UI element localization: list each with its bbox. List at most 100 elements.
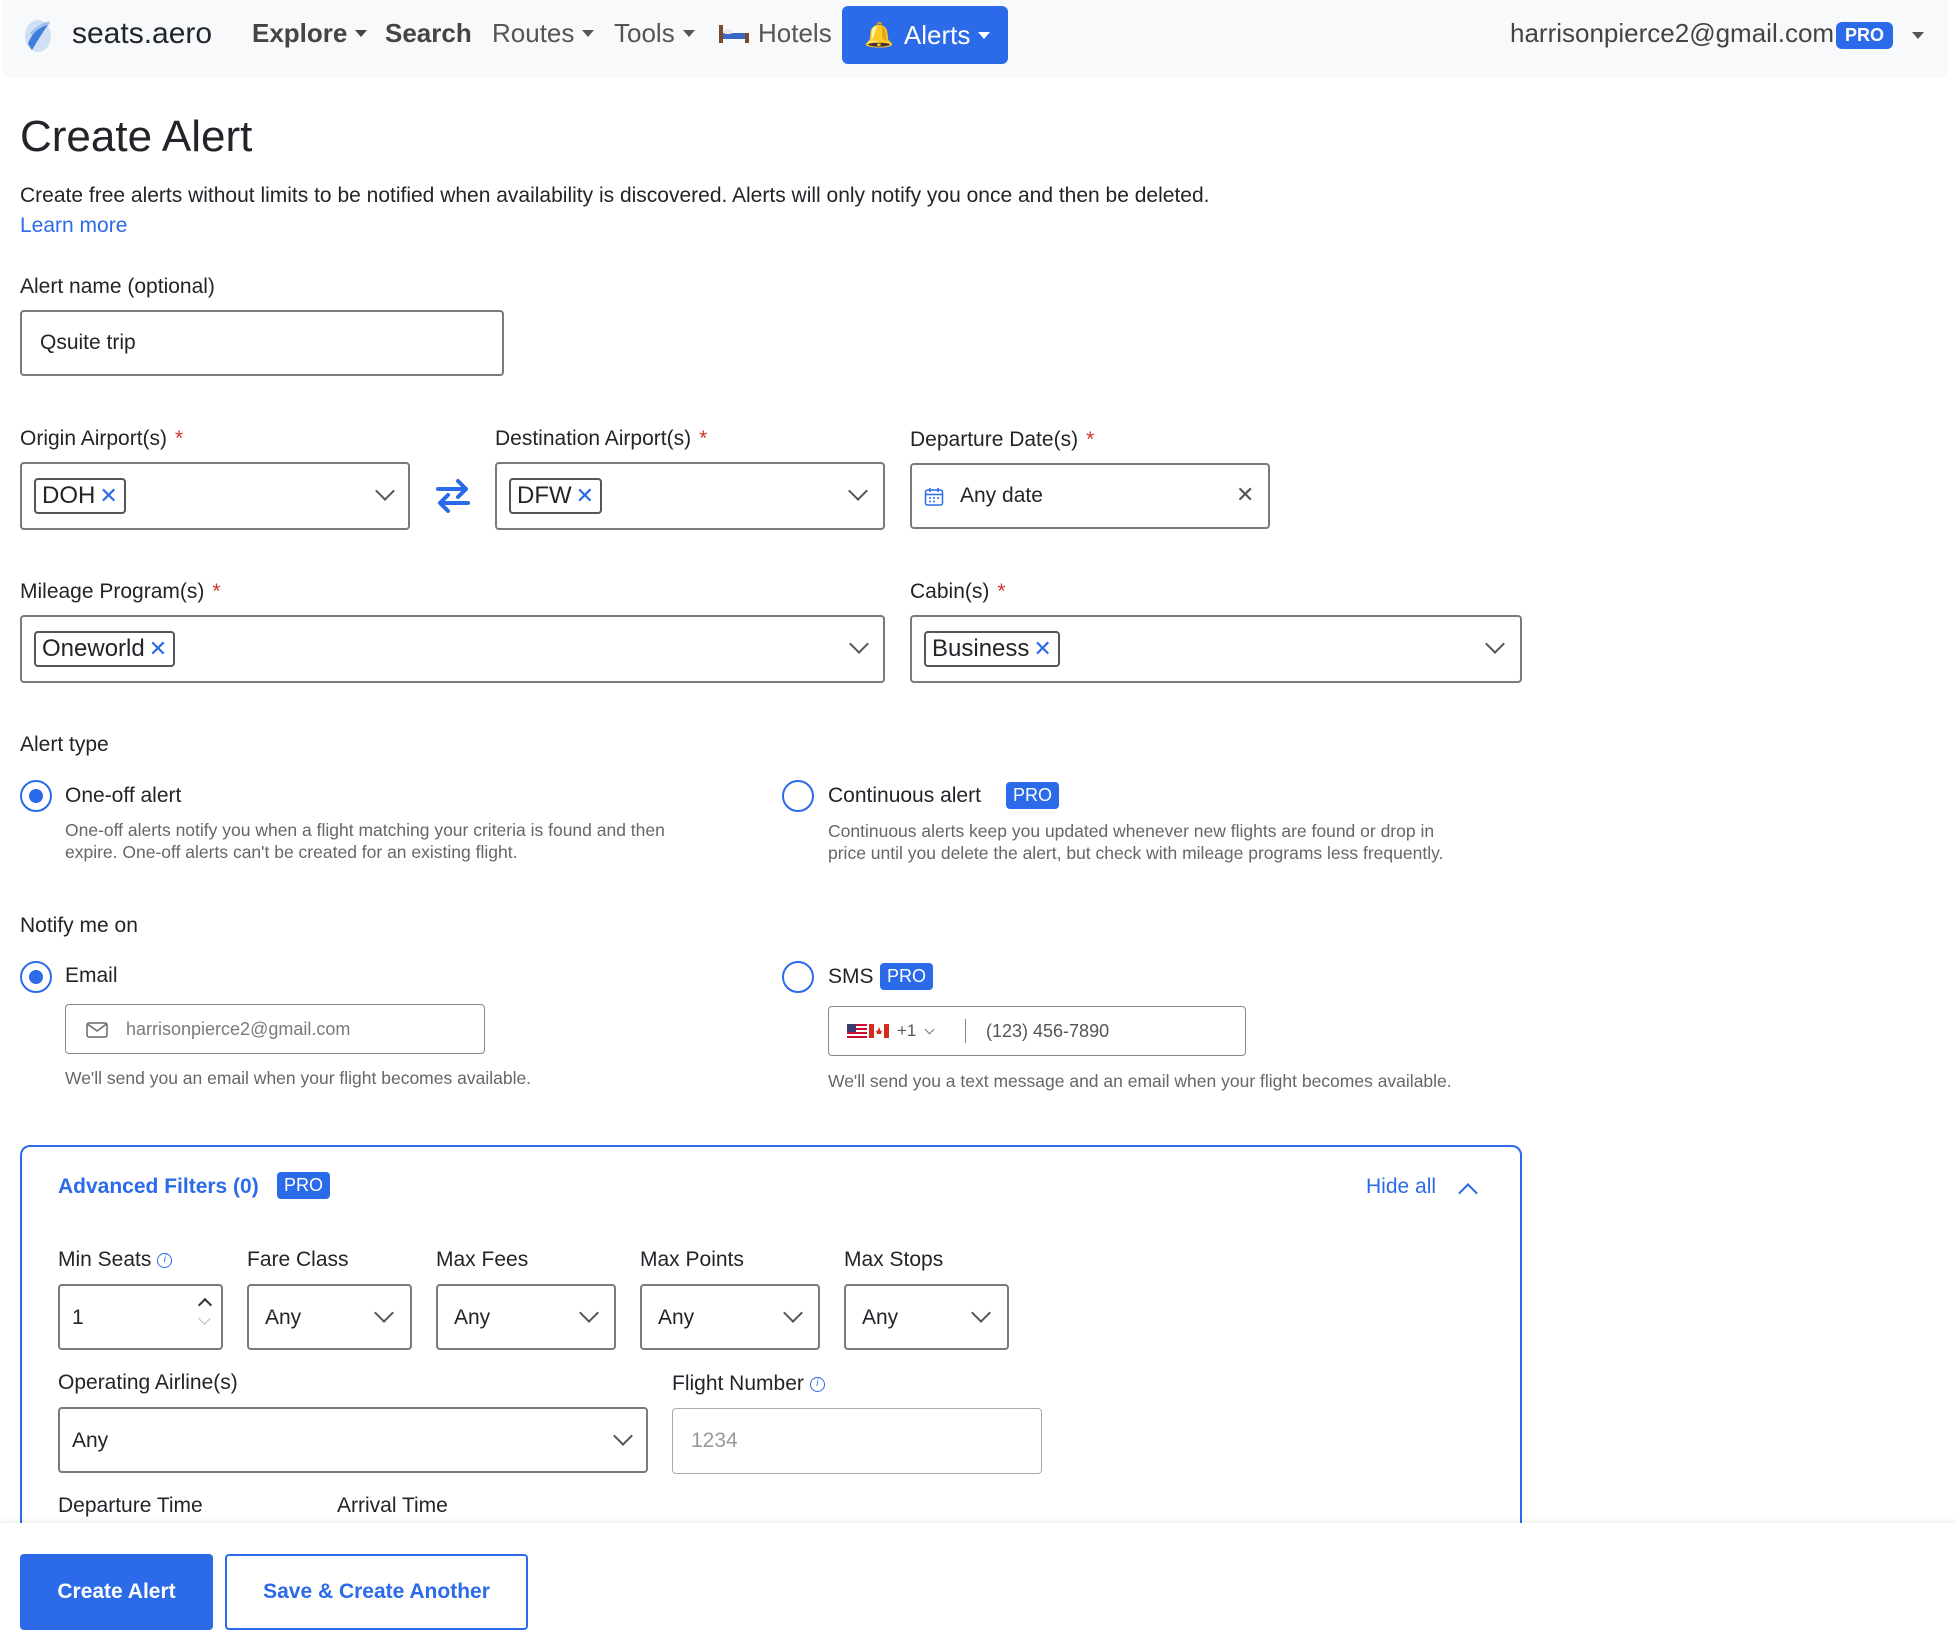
seats-aero-logo-icon xyxy=(25,20,51,52)
remove-chip-icon[interactable]: ✕ xyxy=(99,483,117,509)
origin-chip: DOH ✕ xyxy=(34,478,126,514)
nav-explore[interactable]: Explore xyxy=(252,18,368,49)
caret-down-icon xyxy=(682,30,695,37)
required-marker: * xyxy=(212,580,221,603)
sms-option-label[interactable]: SMS xyxy=(828,965,874,989)
destination-select[interactable]: DFW ✕ xyxy=(495,462,885,530)
departure-label: Departure Date(s) * xyxy=(910,428,1094,452)
learn-more-link[interactable]: Learn more xyxy=(20,214,127,238)
nav-tools[interactable]: Tools xyxy=(614,18,695,49)
nav-search-label: Search xyxy=(385,18,472,48)
radio-email[interactable] xyxy=(20,961,52,993)
info-icon[interactable]: i xyxy=(809,1376,825,1392)
alert-name-value: Qsuite trip xyxy=(40,331,136,354)
alert-name-input[interactable]: Qsuite trip xyxy=(20,310,504,376)
remove-chip-icon[interactable]: ✕ xyxy=(1033,636,1051,662)
continuous-label[interactable]: Continuous alert xyxy=(828,784,981,808)
operating-airline-label: Operating Airline(s) xyxy=(58,1371,238,1394)
cabin-label-text: Cabin(s) xyxy=(910,580,990,603)
swap-airports-icon[interactable] xyxy=(434,478,472,514)
mileage-program-select[interactable]: Oneworld ✕ xyxy=(20,615,885,683)
continuous-pro-badge: PRO xyxy=(1006,782,1060,809)
email-help-text: We'll send you an email when your flight… xyxy=(65,1068,532,1088)
caret-down-icon xyxy=(582,30,595,37)
min-seats-label-text: Min Seats xyxy=(58,1248,152,1271)
us-flag-icon xyxy=(847,1024,867,1038)
chevron-down-icon xyxy=(579,1303,599,1323)
info-icon[interactable]: i xyxy=(157,1252,173,1268)
save-create-another-button[interactable]: Save & Create Another xyxy=(225,1554,528,1630)
mileage-label-text: Mileage Program(s) xyxy=(20,580,205,603)
radio-continuous[interactable] xyxy=(782,780,814,812)
alert-name-label: Alert name (optional) xyxy=(20,275,215,298)
user-caret-down-icon[interactable] xyxy=(1912,32,1924,39)
phone-divider xyxy=(965,1019,966,1043)
canada-flag-icon xyxy=(869,1024,889,1038)
radio-one-off[interactable] xyxy=(20,780,52,812)
max-points-select[interactable]: Any xyxy=(640,1284,820,1350)
page-title: Create Alert xyxy=(20,112,253,161)
required-marker: * xyxy=(997,580,1006,603)
advanced-filters-title[interactable]: Advanced Filters (0) xyxy=(58,1175,259,1199)
email-field[interactable]: harrisonpierce2@gmail.com xyxy=(65,1004,485,1054)
cabin-select[interactable]: Business ✕ xyxy=(910,615,1522,683)
max-stops-value: Any xyxy=(862,1306,899,1329)
email-option-label[interactable]: Email xyxy=(65,964,118,988)
nav-routes[interactable]: Routes xyxy=(492,18,595,49)
nav-hotels[interactable]: Hotels xyxy=(718,18,832,49)
destination-chip-label: DFW xyxy=(517,482,572,509)
min-seats-value: 1 xyxy=(72,1306,84,1329)
max-points-label: Max Points xyxy=(640,1248,744,1271)
nav-explore-label: Explore xyxy=(252,18,348,48)
remove-chip-icon[interactable]: ✕ xyxy=(149,636,167,662)
departure-date-picker[interactable]: Any date ✕ xyxy=(910,463,1270,529)
nav-tools-label: Tools xyxy=(614,18,675,48)
country-code-select[interactable]: +1 xyxy=(847,1021,935,1041)
max-stops-select[interactable]: Any xyxy=(844,1284,1009,1350)
sms-pro-badge: PRO xyxy=(880,963,934,990)
sms-help-text: We'll send you a text message and an ema… xyxy=(828,1071,1452,1091)
country-code: +1 xyxy=(897,1021,917,1040)
stepper-down-icon[interactable] xyxy=(198,1312,211,1325)
top-navbar: seats.aero Explore Search Routes Tools H… xyxy=(2,0,1948,78)
flight-number-input[interactable]: 1234 xyxy=(672,1408,1042,1474)
bed-icon xyxy=(719,24,749,43)
hide-all-button[interactable]: Hide all xyxy=(1366,1175,1436,1199)
one-off-desc-line1: One-off alerts notify you when a flight … xyxy=(65,820,665,840)
envelope-icon xyxy=(86,1022,108,1038)
required-marker: * xyxy=(1086,428,1095,451)
nav-alerts[interactable]: 🔔 Alerts xyxy=(842,6,1008,64)
operating-airline-select[interactable]: Any xyxy=(58,1407,648,1473)
flight-number-label-text: Flight Number xyxy=(672,1372,804,1395)
clear-date-icon[interactable]: ✕ xyxy=(1236,482,1254,508)
nav-search[interactable]: Search xyxy=(385,18,472,49)
radio-sms[interactable] xyxy=(782,961,814,993)
destination-chip: DFW ✕ xyxy=(509,478,603,514)
max-stops-label: Max Stops xyxy=(844,1248,944,1271)
remove-chip-icon[interactable]: ✕ xyxy=(576,483,594,509)
cabin-chip-label: Business xyxy=(932,635,1030,662)
stepper-up-icon[interactable] xyxy=(197,1297,213,1313)
user-email-menu[interactable]: harrisonpierce2@gmail.com xyxy=(1510,18,1834,49)
origin-chip-label: DOH xyxy=(42,482,96,509)
continuous-desc-line1: Continuous alerts keep you updated whene… xyxy=(828,821,1435,841)
create-alert-button[interactable]: Create Alert xyxy=(20,1554,213,1630)
pro-badge: PRO xyxy=(1836,22,1894,49)
brand[interactable]: seats.aero xyxy=(22,14,212,54)
one-off-label[interactable]: One-off alert xyxy=(65,784,181,808)
phone-field[interactable]: +1 (123) 456-7890 xyxy=(828,1006,1246,1056)
max-fees-select[interactable]: Any xyxy=(436,1284,616,1350)
departure-date-value: Any date xyxy=(960,484,1043,507)
chevron-down-icon xyxy=(613,1426,633,1446)
min-seats-stepper[interactable]: 1 xyxy=(58,1284,223,1350)
destination-label-text: Destination Airport(s) xyxy=(495,427,692,450)
chevron-down-icon xyxy=(924,1024,935,1034)
flight-number-label: Flight Number i xyxy=(672,1372,825,1396)
notify-label: Notify me on xyxy=(20,914,138,937)
chevron-down-icon xyxy=(848,481,868,501)
operating-airline-value: Any xyxy=(72,1429,109,1452)
origin-select[interactable]: DOH ✕ xyxy=(20,462,410,530)
bell-icon: 🔔 xyxy=(864,21,894,49)
chevron-down-icon xyxy=(971,1303,991,1323)
fare-class-select[interactable]: Any xyxy=(247,1284,412,1350)
